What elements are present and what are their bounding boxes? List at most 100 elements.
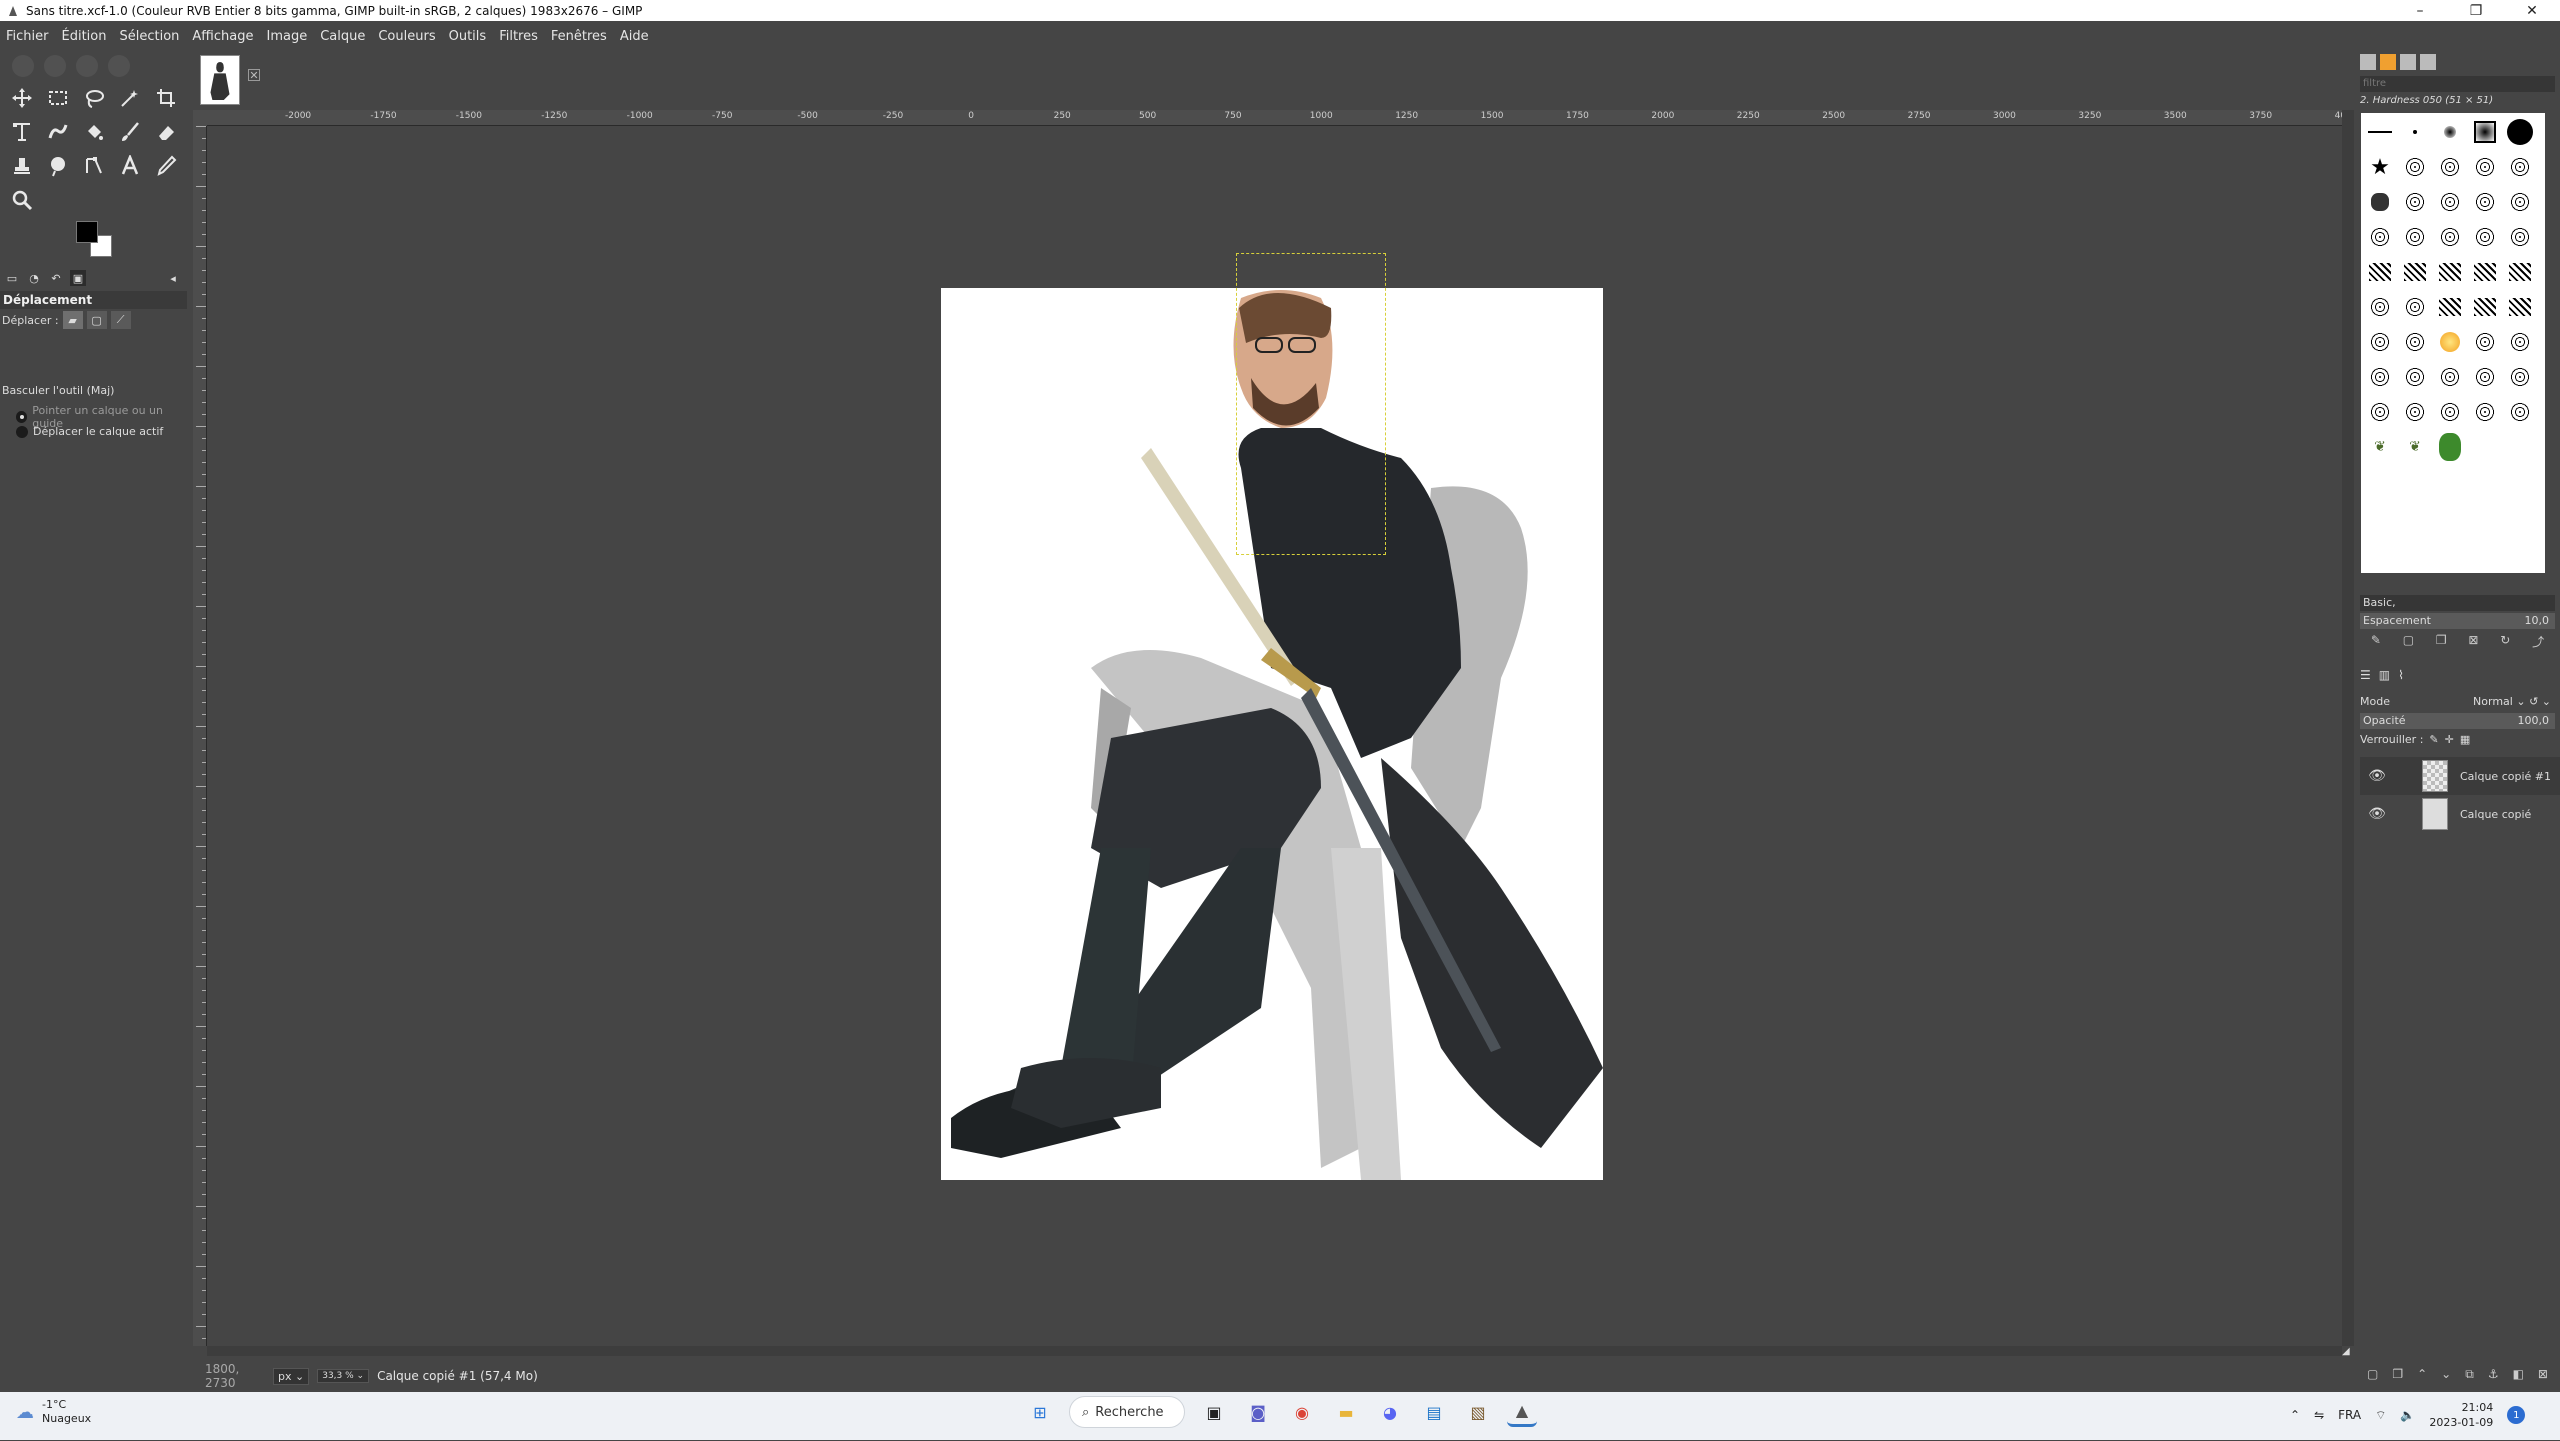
open-brush-icon[interactable]: ⤴ xyxy=(2532,633,2544,653)
brush-preview-noise[interactable] xyxy=(2398,290,2432,324)
discord-icon[interactable]: ◕ xyxy=(1375,1397,1405,1427)
brush-preview-noise[interactable] xyxy=(2363,360,2397,394)
color-picker-icon[interactable] xyxy=(148,149,184,183)
brush-preview-noise[interactable] xyxy=(2398,325,2432,359)
brush-preview-leaf[interactable]: ❦ xyxy=(2363,430,2397,464)
brush-preview-leaf[interactable]: ❦ xyxy=(2398,430,2432,464)
brush-preview-blob[interactable] xyxy=(2363,185,2397,219)
brush-preview-splat[interactable] xyxy=(2468,150,2502,184)
paintbrush-icon[interactable] xyxy=(112,115,148,149)
brush-preview-sun[interactable] xyxy=(2433,325,2467,359)
app-icon[interactable]: ▧ xyxy=(1463,1397,1493,1427)
text-icon[interactable] xyxy=(112,149,148,183)
close-button[interactable]: ✕ xyxy=(2504,0,2560,21)
brush-preview-noise[interactable] xyxy=(2363,395,2397,429)
close-image-tab-icon[interactable]: ✕ xyxy=(248,69,260,82)
horizontal-ruler[interactable]: -2000 -1750 -1500 -1250 -1000 -750 -500 -250 0 25… xyxy=(207,110,2358,126)
store-icon[interactable]: ▤ xyxy=(1419,1397,1449,1427)
duplicate-brush-icon[interactable]: ❐ xyxy=(2436,633,2447,653)
transform-icon[interactable] xyxy=(4,115,40,149)
brush-preview-hatch[interactable] xyxy=(2468,255,2502,289)
windows-start-icon[interactable]: ⊞ xyxy=(1025,1397,1055,1427)
paths-tab-icon[interactable]: ⌇ xyxy=(2398,668,2404,682)
brush-filter-input[interactable]: filtre xyxy=(2360,76,2555,92)
image-canvas[interactable] xyxy=(207,127,2342,1344)
menu-filtres[interactable]: Filtres xyxy=(499,29,538,44)
color-swatches[interactable] xyxy=(72,219,118,263)
brush-preview-blot[interactable] xyxy=(2363,220,2397,254)
network-status-icon[interactable]: ⇋ xyxy=(2314,1408,2324,1422)
delete-layer-icon[interactable]: ⊠ xyxy=(2538,1367,2548,1381)
brush-preview-blot[interactable] xyxy=(2433,220,2467,254)
rect-select-icon[interactable] xyxy=(40,81,76,115)
brush-preview-hatch[interactable] xyxy=(2433,255,2467,289)
menu-edition[interactable]: Édition xyxy=(62,29,107,44)
brush-preview-noise[interactable] xyxy=(2398,395,2432,429)
menu-affichage[interactable]: Affichage xyxy=(192,29,253,44)
fonts-tab-icon[interactable] xyxy=(2400,54,2416,70)
radio-move-active-layer[interactable]: Déplacer le calque actif xyxy=(16,425,163,438)
brush-preview-hatch[interactable] xyxy=(2433,290,2467,324)
brush-preview-noise[interactable] xyxy=(2468,325,2502,359)
brush-preview-line[interactable] xyxy=(2363,115,2397,149)
brush-preview-splat[interactable] xyxy=(2433,150,2467,184)
brush-preset-select[interactable]: Basic, xyxy=(2360,595,2555,611)
vertical-ruler[interactable] xyxy=(193,126,207,1346)
eraser-icon[interactable] xyxy=(148,115,184,149)
lasso-icon[interactable] xyxy=(76,81,112,115)
brush-preview-noise[interactable] xyxy=(2433,395,2467,429)
visibility-eye-icon[interactable]: 👁 xyxy=(2366,806,2388,822)
crop-icon[interactable] xyxy=(148,81,184,115)
lower-layer-icon[interactable]: ⌄ xyxy=(2441,1367,2451,1381)
layers-tab-icon[interactable]: ☰ xyxy=(2360,668,2371,682)
lock-pixels-icon[interactable]: ✎ xyxy=(2429,733,2438,746)
clock[interactable]: 21:04 2023-01-09 xyxy=(2429,1400,2493,1430)
undo-history-tab-icon[interactable]: ↶ xyxy=(48,270,64,286)
maximize-button[interactable]: ❐ xyxy=(2448,0,2504,21)
task-view-icon[interactable]: ▣ xyxy=(1199,1397,1229,1427)
vertical-scrollbar[interactable] xyxy=(2342,110,2354,1346)
move-layer-mode-button[interactable]: ▰ xyxy=(62,311,83,329)
clone-icon[interactable] xyxy=(4,149,40,183)
bucket-fill-icon[interactable] xyxy=(76,115,112,149)
spacing-slider[interactable]: Espacement 10,0 xyxy=(2360,613,2555,629)
wifi-icon[interactable]: ⌔ xyxy=(2375,1408,2386,1423)
brush-preview-noise[interactable] xyxy=(2363,290,2397,324)
edit-brush-icon[interactable]: ✎ xyxy=(2371,633,2381,653)
help-tab-icon[interactable] xyxy=(2420,54,2436,70)
brush-preview-noise[interactable] xyxy=(2468,360,2502,394)
brush-preview-pepper[interactable] xyxy=(2433,430,2467,464)
duplicate-layer-icon[interactable]: ⧉ xyxy=(2465,1367,2474,1382)
raise-layer-icon[interactable]: ⌃ xyxy=(2417,1367,2427,1381)
fuzzy-select-icon[interactable] xyxy=(112,81,148,115)
zoom-icon[interactable] xyxy=(4,183,40,217)
zoom-selector[interactable]: 33,3 % ⌄ xyxy=(317,1369,370,1383)
brush-preview-blot[interactable] xyxy=(2468,220,2502,254)
ruler-corner[interactable] xyxy=(193,110,207,126)
brush-preview-bigdot[interactable] xyxy=(2503,115,2537,149)
lock-alpha-icon[interactable]: ▦ xyxy=(2460,733,2470,746)
volume-icon[interactable]: 🔈 xyxy=(2400,1408,2415,1422)
visibility-eye-icon[interactable]: 👁 xyxy=(2366,768,2388,784)
brush-preview-dot[interactable] xyxy=(2398,115,2432,149)
brush-preview-splat[interactable] xyxy=(2503,150,2537,184)
brush-preview-blot[interactable] xyxy=(2398,220,2432,254)
refresh-brushes-icon[interactable]: ↻ xyxy=(2500,633,2510,653)
gimp-taskbar-icon[interactable]: ▲ xyxy=(1507,1397,1537,1427)
smudge-icon[interactable] xyxy=(40,149,76,183)
language-indicator[interactable]: FRA xyxy=(2338,1408,2361,1422)
brush-preview-splat[interactable] xyxy=(2398,150,2432,184)
new-group-icon[interactable]: ❐ xyxy=(2392,1367,2403,1381)
mode-select[interactable]: Normal ⌄ ↺ ⌄ xyxy=(2473,695,2551,708)
menu-calque[interactable]: Calque xyxy=(320,29,365,44)
chrome-icon[interactable]: ◉ xyxy=(1287,1397,1317,1427)
brush-preview-squaredot[interactable] xyxy=(2468,115,2502,149)
tray-overflow-icon[interactable]: ⌃ xyxy=(2290,1408,2300,1422)
move-selection-mode-button[interactable]: ▢ xyxy=(86,311,107,329)
channels-tab-icon[interactable]: ▥ xyxy=(2379,668,2390,682)
menu-fichier[interactable]: Fichier xyxy=(6,29,49,44)
warp-icon[interactable] xyxy=(40,115,76,149)
layer-row[interactable]: 👁 Calque copié xyxy=(2360,795,2560,833)
opacity-slider[interactable]: Opacité 100,0 xyxy=(2360,713,2555,729)
delete-brush-icon[interactable]: ⊠ xyxy=(2468,633,2478,653)
